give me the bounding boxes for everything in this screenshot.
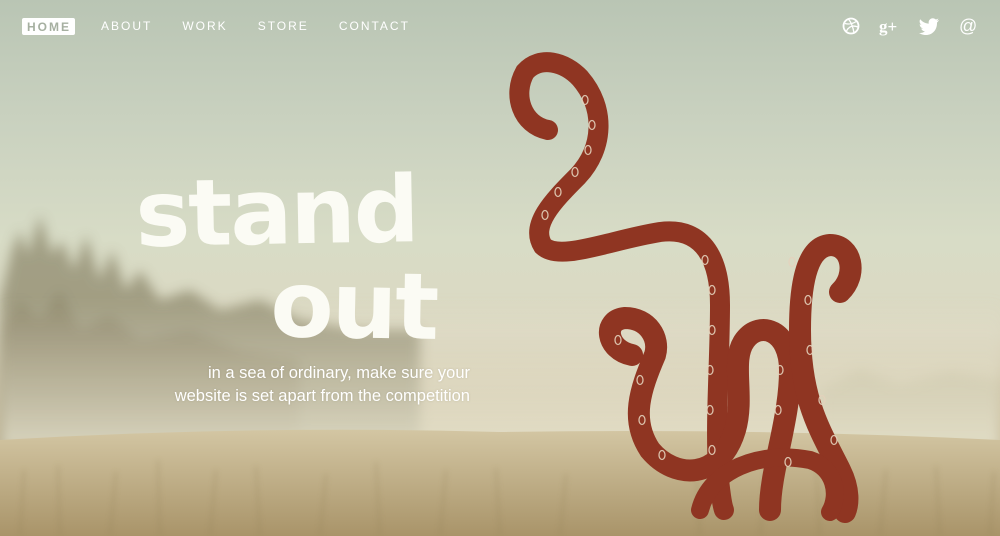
tagline-line-2: website is set apart from the competitio… xyxy=(174,387,470,405)
social-links: g+ @ xyxy=(824,14,980,38)
at-sign-icon[interactable]: @ xyxy=(956,14,980,38)
dribbble-icon[interactable] xyxy=(839,14,863,38)
nav-item-store[interactable]: STORE xyxy=(258,18,309,34)
twitter-icon[interactable] xyxy=(917,14,941,38)
google-plus-icon[interactable]: g+ xyxy=(878,14,902,38)
nav-item-about[interactable]: ABOUT xyxy=(101,18,152,34)
main-nav: HOME ABOUT WORK STORE CONTACT xyxy=(22,16,440,36)
tagline-line-1: in a sea of ordinary, make sure your xyxy=(208,364,470,382)
nav-item-home[interactable]: HOME xyxy=(22,17,75,35)
hero-headline: stand out xyxy=(136,168,476,348)
hero-tagline: in a sea of ordinary, make sure your web… xyxy=(120,362,470,408)
hero-section: HOME ABOUT WORK STORE CONTACT g+ @ stand… xyxy=(0,0,1000,536)
svg-text:@: @ xyxy=(959,16,977,36)
headline-line-2: out xyxy=(270,251,439,348)
svg-text:g+: g+ xyxy=(879,17,897,36)
nav-item-work[interactable]: WORK xyxy=(182,18,227,34)
nav-item-contact[interactable]: CONTACT xyxy=(339,18,410,34)
